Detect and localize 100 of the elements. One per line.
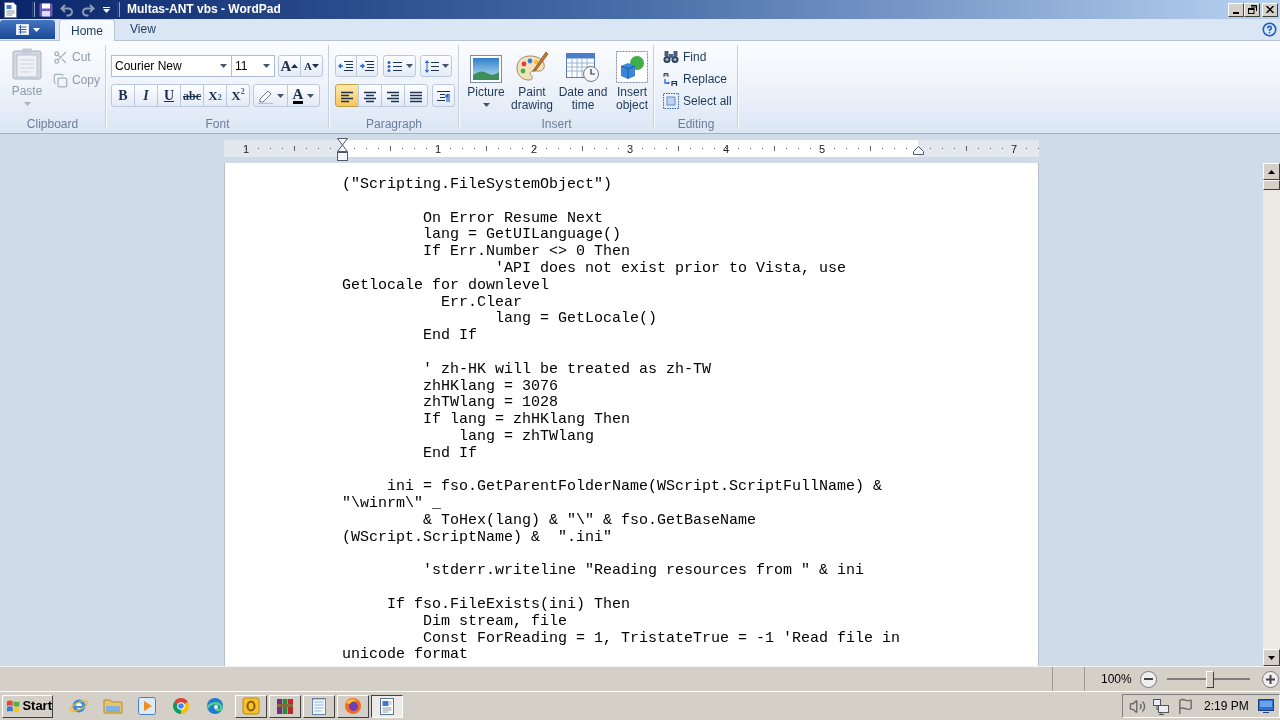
scroll-down-button[interactable]	[1263, 649, 1280, 666]
group-label: Font	[204, 117, 231, 133]
segmented-circle-icon	[172, 697, 190, 715]
close-button[interactable]	[1262, 2, 1278, 17]
find-button[interactable]: Find	[660, 46, 737, 68]
taskbar-button[interactable]	[371, 694, 403, 718]
document-icon	[15, 24, 29, 35]
quick-launch-button[interactable]	[171, 695, 191, 717]
font-color-button[interactable]: A	[287, 84, 320, 107]
zoom-slider[interactable]	[1166, 670, 1250, 688]
replace-button[interactable]: Replace	[660, 68, 737, 90]
paragraph-button[interactable]	[432, 84, 455, 107]
folder-icon	[103, 697, 123, 715]
group-label: Editing	[676, 117, 716, 133]
superscript-button[interactable]: X$^{2}$	[226, 84, 250, 107]
code-line: Dim stream, file	[423, 613, 568, 631]
ribbon-tab[interactable]: View	[115, 19, 171, 39]
ruler-number: 4	[722, 142, 730, 155]
align-justify-button[interactable]	[404, 84, 428, 107]
tray-button[interactable]	[1176, 697, 1194, 715]
select-all-icon	[663, 93, 679, 109]
decrease-indent-icon	[338, 59, 354, 73]
binoculars-icon	[663, 50, 679, 64]
code-line: (WScript.ScriptName) & ".ini"	[342, 529, 613, 547]
increase-indent-icon	[359, 59, 375, 73]
show-desktop-button[interactable]	[1256, 697, 1275, 715]
decrease-indent-button[interactable]	[335, 55, 357, 77]
flame-circle-icon	[344, 697, 362, 715]
triangle-marker-icon[interactable]	[912, 146, 924, 155]
highlight-button[interactable]	[253, 84, 288, 107]
shrink-font-button[interactable]: A	[300, 55, 323, 77]
align-right-button[interactable]	[381, 84, 405, 107]
ribbon-tab[interactable]: Home	[59, 19, 115, 41]
scroll-up-button[interactable]	[1263, 163, 1280, 180]
close-icon	[1266, 6, 1274, 13]
restore-button[interactable]	[1244, 2, 1260, 17]
zoom-out-button[interactable]	[1139, 670, 1157, 688]
quick-launch-button[interactable]	[137, 695, 157, 717]
minimize-icon	[1233, 11, 1239, 14]
code-line: ("Scripting.FileSystemObject")	[342, 177, 613, 194]
code-line: Err.Clear	[441, 294, 523, 311]
help-icon	[1261, 21, 1277, 37]
align-left-button[interactable]	[335, 84, 359, 107]
line-spacing-button[interactable]	[420, 55, 452, 77]
minus-icon	[1143, 678, 1153, 680]
datetime-button[interactable]: Date and time	[557, 49, 609, 117]
font-name-combobox[interactable]: Courier New	[111, 55, 232, 77]
caret-down-icon	[1268, 655, 1275, 660]
notepad-icon	[311, 697, 327, 715]
code-line: lang = zhTWlang	[459, 428, 595, 446]
minimize-button[interactable]	[1228, 2, 1244, 17]
zoom-slider-thumb[interactable]	[1205, 670, 1214, 688]
paint-button[interactable]: Paint drawing	[509, 49, 555, 117]
hourglass-marker-icon[interactable]	[336, 138, 348, 161]
select-all-button[interactable]: Select all	[660, 90, 737, 112]
picture-icon	[470, 55, 502, 83]
scrollbar-thumb[interactable]	[1263, 180, 1280, 190]
clock: 2:19 PM	[1204, 698, 1249, 715]
grow-font-button[interactable]: A	[278, 55, 301, 77]
code-line: zhTWlang = 1028	[423, 395, 559, 412]
code-line: zhHKlang = 3076	[423, 378, 559, 395]
bullet-list-button[interactable]	[383, 55, 416, 77]
caret-icon	[441, 64, 449, 68]
start-button[interactable]: Start	[2, 694, 53, 718]
italic-button[interactable]: I	[134, 84, 158, 107]
ruler-number: 5	[818, 142, 826, 155]
align-center-button[interactable]	[358, 84, 382, 107]
underline-button[interactable]: U	[157, 84, 181, 107]
window-title: Multas-ANT vbs - WordPad	[127, 2, 281, 17]
vertical-scrollbar[interactable]	[1263, 163, 1280, 666]
ruler-number: 1	[242, 142, 250, 155]
application-menu-button[interactable]	[0, 20, 55, 39]
desktop-icon	[1257, 699, 1274, 713]
zoom-in-button[interactable]	[1261, 670, 1279, 688]
caret-icon	[307, 93, 315, 98]
tray-button[interactable]	[1128, 697, 1146, 715]
bold-button[interactable]: B	[111, 84, 135, 107]
group-label: Paragraph	[364, 117, 423, 133]
caret-icon	[32, 27, 40, 32]
calendar-clock-icon	[566, 51, 600, 83]
caret-icon	[102, 6, 110, 13]
quick-launch-button[interactable]	[205, 695, 225, 717]
increase-indent-button[interactable]	[356, 55, 378, 77]
help-button[interactable]	[1261, 21, 1277, 37]
ruler-number: 3	[626, 142, 634, 155]
insert-object-button[interactable]: Insert object	[611, 49, 653, 117]
orbit-globe-icon	[69, 697, 89, 715]
code-line: If Err.Number <> 0 Then	[423, 244, 631, 261]
replace-icon	[663, 71, 679, 87]
strikethrough-button[interactable]: abc	[180, 84, 204, 107]
group-label: Clipboard	[25, 117, 80, 133]
code-line: & ToHex(lang) & "\" & fso.GetBaseName	[423, 512, 757, 530]
tray-button[interactable]	[1152, 697, 1170, 715]
caret-down-icon	[311, 64, 319, 68]
code-line: End If	[423, 445, 477, 463]
caret-up-icon	[1268, 169, 1275, 174]
flag-icon	[1176, 697, 1194, 715]
caret-icon	[277, 93, 284, 98]
picture-button[interactable]: Picture	[465, 49, 507, 117]
font-size-combobox[interactable]: 11	[231, 55, 275, 77]
